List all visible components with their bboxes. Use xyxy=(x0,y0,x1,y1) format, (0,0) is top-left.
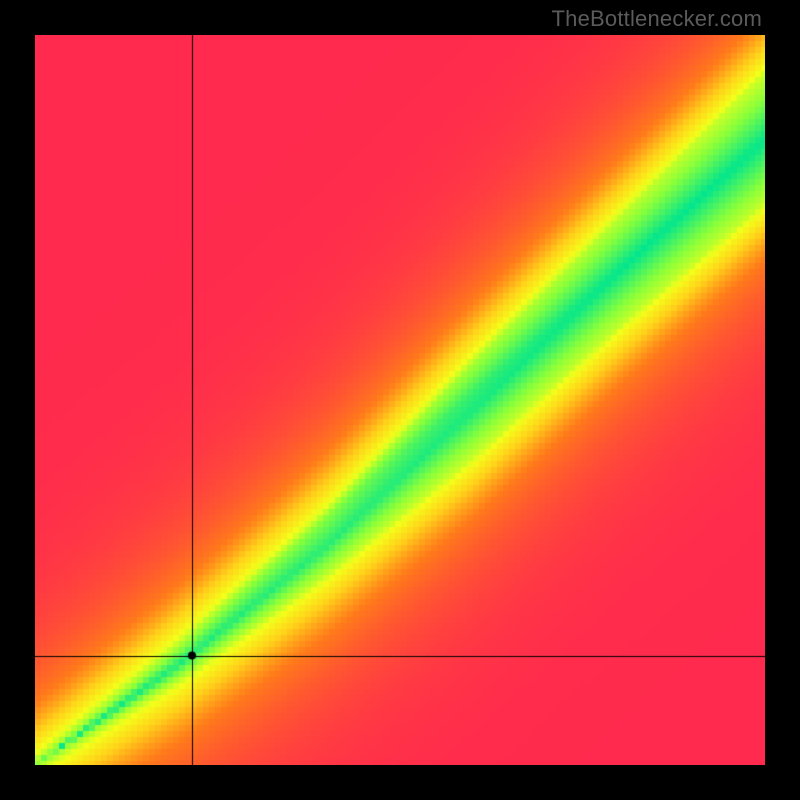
bottleneck-heatmap-canvas xyxy=(35,35,765,765)
chart-frame xyxy=(35,35,765,765)
watermark-text: TheBottlenecker.com xyxy=(552,6,762,32)
